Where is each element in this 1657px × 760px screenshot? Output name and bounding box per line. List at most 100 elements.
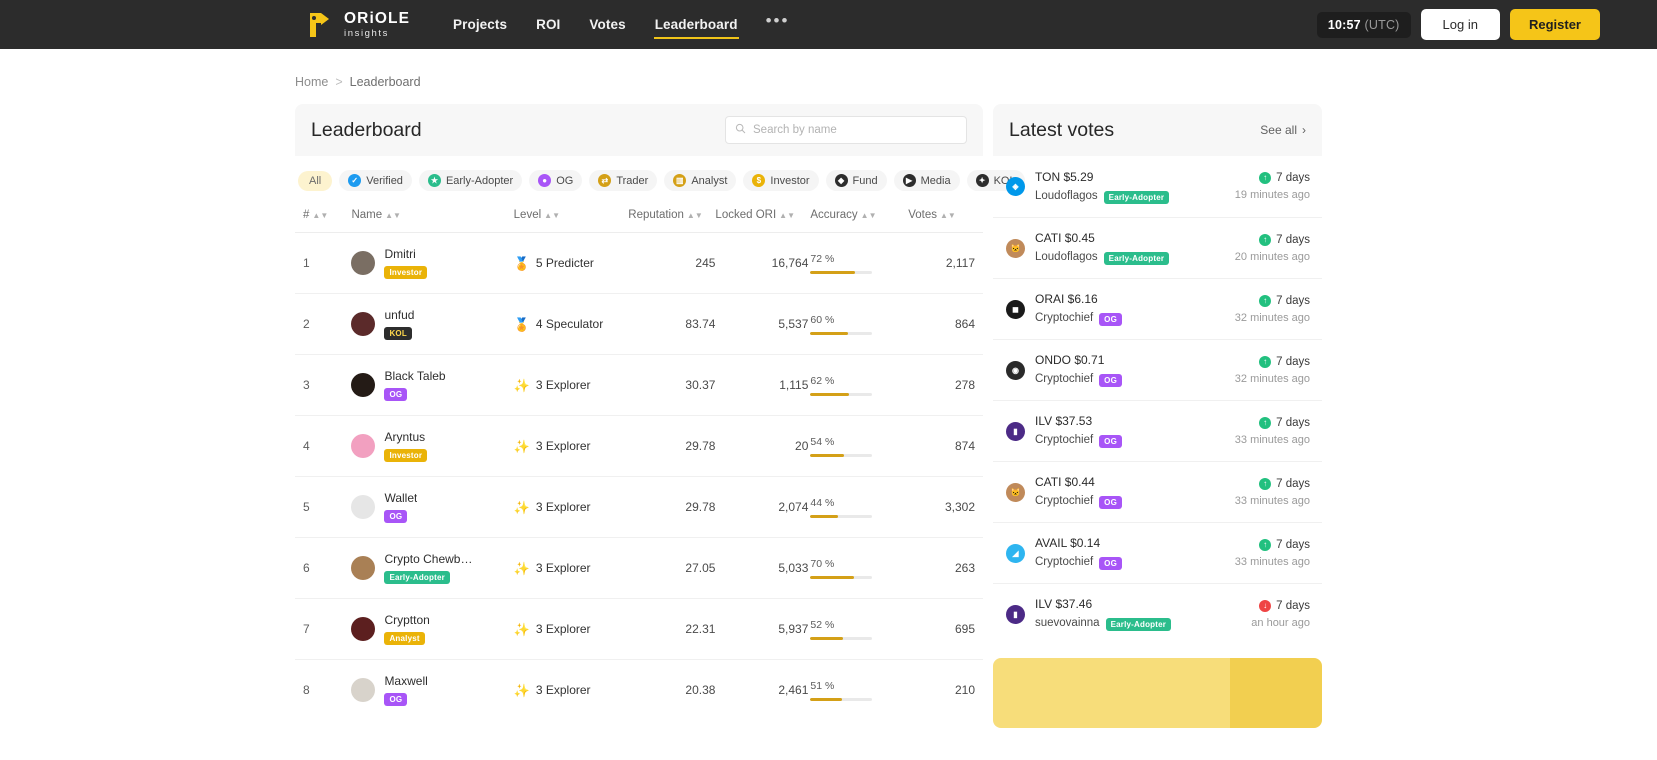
vote-user-badge: Early-Adopter: [1106, 618, 1172, 631]
cell-name: Crypto Chewb…Early-Adopter: [351, 538, 513, 599]
table-row[interactable]: 2unfudKOL🏅4 Speculator83.745,53760 %864: [295, 294, 983, 355]
table-row[interactable]: 7CrypttonAnalyst✨3 Explorer22.315,93752 …: [295, 599, 983, 660]
table-body: 1DmitriInvestor🏅5 Predicter24516,76472 %…: [295, 233, 983, 721]
user-badge: OG: [384, 693, 407, 706]
level-label: 3 Explorer: [536, 683, 591, 697]
votes-value: 874: [955, 439, 975, 453]
filter-chip-og[interactable]: ●OG: [529, 170, 582, 191]
avatar: [351, 434, 375, 458]
table-row[interactable]: 1DmitriInvestor🏅5 Predicter24516,76472 %…: [295, 233, 983, 294]
search-input[interactable]: [753, 124, 957, 136]
coin-icon: ◼: [1006, 300, 1025, 319]
nav-more-icon[interactable]: •••: [766, 16, 790, 32]
table-row[interactable]: 4AryntusInvestor✨3 Explorer29.782054 %87…: [295, 416, 983, 477]
reputation-value: 29.78: [685, 500, 715, 514]
coin-icon: 🐱: [1006, 483, 1025, 502]
filter-chip-investor[interactable]: $Investor: [743, 170, 818, 191]
vote-user-name: Cryptochief: [1035, 373, 1093, 385]
level-label: 3 Explorer: [536, 378, 591, 392]
cell-reputation: 29.78: [628, 416, 715, 477]
vote-item[interactable]: 🐱CATI $0.44CryptochiefOG↑7 days33 minute…: [993, 461, 1322, 522]
reputation-value: 27.05: [685, 561, 715, 575]
filter-chip-analyst[interactable]: ▥Analyst: [664, 170, 736, 191]
vote-item[interactable]: ◈TON $5.29LoudoflagosEarly-Adopter↑7 day…: [993, 156, 1322, 217]
latest-votes-list: ◈TON $5.29LoudoflagosEarly-Adopter↑7 day…: [993, 156, 1322, 644]
accuracy-bar: [810, 698, 872, 701]
filter-chip-all[interactable]: All: [298, 171, 332, 191]
coin-icon: ▮: [1006, 605, 1025, 624]
vote-item[interactable]: ◼ORAI $6.16CryptochiefOG↑7 days32 minute…: [993, 278, 1322, 339]
arrow-up-icon: ↑: [1259, 417, 1271, 429]
filter-chip-label: Media: [921, 175, 951, 187]
nav-item-leaderboard[interactable]: Leaderboard: [654, 4, 739, 45]
filter-chip-fund[interactable]: ◆Fund: [826, 170, 887, 191]
filter-chip-early-adopter[interactable]: ★Early-Adopter: [419, 170, 522, 191]
cell-accuracy: 60 %: [810, 294, 908, 355]
kol-icon: ✦: [976, 174, 989, 187]
column-header-locked-ori[interactable]: Locked ORI▲▼: [715, 201, 810, 233]
column-header-accuracy[interactable]: Accuracy▲▼: [810, 201, 908, 233]
column-header-votes[interactable]: Votes▲▼: [908, 201, 983, 233]
promo-banner[interactable]: [993, 658, 1322, 728]
level-medal-icon: 🏅: [514, 257, 530, 270]
vote-ticker: ILV $37.46: [1035, 597, 1171, 611]
cell-accuracy: 72 %: [810, 233, 908, 294]
header-actions: 10:57 (UTC) Log in Register: [1317, 9, 1617, 40]
cell-votes: 874: [908, 416, 983, 477]
search-box[interactable]: [725, 116, 967, 144]
cell-level: ✨3 Explorer: [514, 416, 629, 477]
cell-reputation: 20.38: [628, 660, 715, 721]
vote-item[interactable]: ▮ILV $37.53CryptochiefOG↑7 days33 minute…: [993, 400, 1322, 461]
leaderboard-panel: Leaderboard All✓Verified★Early-Adopter●O…: [295, 104, 983, 728]
nav-item-projects[interactable]: Projects: [452, 4, 508, 45]
cell-reputation: 27.05: [628, 538, 715, 599]
see-all-link[interactable]: See all ›: [1260, 123, 1306, 137]
vote-days-label: 7 days: [1276, 600, 1310, 612]
cell-votes: 2,117: [908, 233, 983, 294]
vote-duration: ↑7 days: [1259, 478, 1310, 490]
breadcrumb-home[interactable]: Home: [295, 75, 328, 89]
trader-icon: ⇄: [598, 174, 611, 187]
column-header-name[interactable]: Name▲▼: [351, 201, 513, 233]
user-name: unfud: [384, 308, 414, 323]
table-row[interactable]: 8MaxwellOG✨3 Explorer20.382,46151 %210: [295, 660, 983, 721]
vote-user: CryptochiefOG: [1035, 310, 1122, 326]
level-label: 5 Predicter: [536, 256, 594, 270]
filter-chip-trader[interactable]: ⇄Trader: [589, 170, 657, 191]
vote-user-badge: Early-Adopter: [1104, 191, 1170, 204]
cell-locked-ori: 20: [715, 416, 810, 477]
vote-ticker: CATI $0.45: [1035, 231, 1169, 245]
vote-duration: ↑7 days: [1259, 234, 1310, 246]
vote-days-label: 7 days: [1276, 172, 1310, 184]
locked-ori-value: 1,115: [779, 378, 808, 392]
column-header-level[interactable]: Level▲▼: [514, 201, 629, 233]
cell-reputation: 22.31: [628, 599, 715, 660]
cell-locked-ori: 1,115: [715, 355, 810, 416]
nav-item-roi[interactable]: ROI: [535, 4, 561, 45]
vote-item[interactable]: 🐱CATI $0.45LoudoflagosEarly-Adopter↑7 da…: [993, 217, 1322, 278]
coin-icon: ◢: [1006, 544, 1025, 563]
table-row[interactable]: 6Crypto Chewb…Early-Adopter✨3 Explorer27…: [295, 538, 983, 599]
vote-item[interactable]: ◉ONDO $0.71CryptochiefOG↑7 days32 minute…: [993, 339, 1322, 400]
arrow-up-icon: ↑: [1259, 478, 1271, 490]
locked-ori-value: 5,937: [778, 622, 808, 636]
filter-chip-verified[interactable]: ✓Verified: [339, 170, 412, 191]
user-badge: KOL: [384, 327, 412, 340]
coin-icon: ▮: [1006, 422, 1025, 441]
column-header-rank[interactable]: #▲▼: [295, 201, 351, 233]
register-button[interactable]: Register: [1510, 9, 1600, 40]
brand-logo[interactable]: ORiOLE insights: [307, 11, 410, 39]
column-header-reputation[interactable]: Reputation▲▼: [628, 201, 715, 233]
user-name: Wallet: [384, 491, 417, 506]
nav-item-votes[interactable]: Votes: [588, 4, 626, 45]
login-button[interactable]: Log in: [1421, 9, 1500, 40]
table-row[interactable]: 5WalletOG✨3 Explorer29.782,07444 %3,302: [295, 477, 983, 538]
early-adopter-icon: ★: [428, 174, 441, 187]
table-row[interactable]: 3Black TalebOG✨3 Explorer30.371,11562 %2…: [295, 355, 983, 416]
vote-item[interactable]: ▮ILV $37.46suevovainnaEarly-Adopter↓7 da…: [993, 583, 1322, 644]
filter-chip-media[interactable]: ▶Media: [894, 170, 960, 191]
vote-user-name: Loudoflagos: [1035, 190, 1098, 202]
filter-chip-label: All: [309, 175, 321, 187]
cell-level: ✨3 Explorer: [514, 599, 629, 660]
vote-item[interactable]: ◢AVAIL $0.14CryptochiefOG↑7 days33 minut…: [993, 522, 1322, 583]
